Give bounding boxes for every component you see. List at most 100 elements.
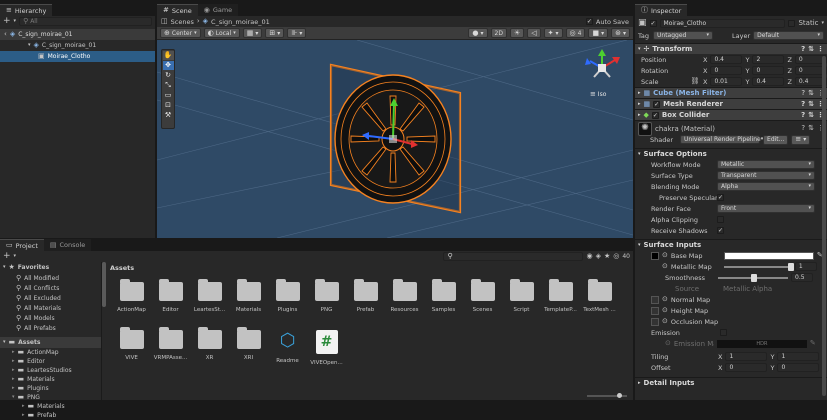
alpha-clipping-checkbox[interactable] bbox=[717, 216, 724, 223]
tab-project[interactable]: ▭ Project bbox=[0, 239, 44, 251]
tab-inspector[interactable]: ⓘ Inspector bbox=[635, 4, 688, 16]
2d-toggle[interactable]: 2D bbox=[490, 28, 507, 38]
surface-option-dropdown[interactable]: Transparent ▾ bbox=[717, 171, 815, 180]
asset-folder[interactable]: Plugins bbox=[268, 279, 307, 313]
scale-y-input[interactable]: 0.4 bbox=[752, 77, 785, 86]
rotation-y-input[interactable]: 0 bbox=[752, 66, 785, 75]
asset-item[interactable]: # VIVEOpen... bbox=[307, 330, 346, 366]
render-face-dropdown[interactable]: Front ▾ bbox=[717, 204, 815, 213]
hidden-objects-toggle[interactable]: ◎ 4 bbox=[565, 28, 586, 38]
surface-option-dropdown[interactable]: Alpha ▾ bbox=[717, 182, 815, 191]
expand-arrow-icon[interactable]: ▸ bbox=[22, 413, 25, 418]
asset-item[interactable]: VRMPAsse... bbox=[151, 327, 190, 361]
target-icon[interactable]: ⊙ bbox=[662, 263, 668, 270]
edit-shader-button[interactable]: Edit... bbox=[763, 134, 789, 145]
position-y-input[interactable]: 2 bbox=[752, 55, 785, 64]
camera-settings-button[interactable]: ■ ▾ bbox=[588, 28, 609, 38]
target-icon[interactable]: ⊙ bbox=[662, 252, 668, 259]
preset-icon[interactable]: ⇅ bbox=[808, 89, 814, 97]
assets-header[interactable]: ▾ ▬ Assets bbox=[0, 337, 101, 348]
favorite-item[interactable]: ⚲ All Conflicts bbox=[0, 283, 101, 293]
receive-shadows-checkbox[interactable]: ✓ bbox=[717, 227, 724, 234]
static-checkbox[interactable] bbox=[788, 19, 796, 27]
mesh-renderer-checkbox[interactable]: ✓ bbox=[653, 100, 661, 108]
asset-folder[interactable]: TemplateP... bbox=[541, 279, 580, 313]
smoothness-slider[interactable] bbox=[718, 273, 788, 282]
box-collider-checkbox[interactable]: ✓ bbox=[651, 111, 659, 119]
tree-folder-item[interactable]: ▸ ▬ Editor bbox=[0, 357, 101, 366]
auto-save-checkbox[interactable]: ✓ bbox=[585, 18, 593, 25]
filter-type-icon[interactable]: ◉ bbox=[586, 253, 592, 260]
back-arrow-icon[interactable]: ‹ bbox=[4, 31, 7, 38]
expand-arrow-icon[interactable]: ▾ bbox=[28, 43, 31, 48]
height-map-slot[interactable] bbox=[651, 306, 659, 315]
hierarchy-child-row[interactable]: ▣ Moirae_Clotho bbox=[0, 51, 155, 62]
scale-tool-icon[interactable]: ⤡ bbox=[163, 81, 174, 90]
expand-arrow-icon[interactable]: ▸ bbox=[12, 368, 15, 373]
tree-folder-item[interactable]: ▸ ▬ ActionMap bbox=[0, 348, 101, 357]
hierarchy-prefab-row[interactable]: ▾ ◈ C_sign_moirae_01 bbox=[0, 40, 155, 51]
help-icon[interactable]: ? bbox=[801, 100, 805, 108]
tab-console[interactable]: ▤ Console bbox=[43, 239, 92, 251]
asset-item[interactable]: VIVE bbox=[112, 327, 151, 361]
mesh-filter-header[interactable]: ▸ ▦ Cube (Mesh Filter) ? ⇅ ⋮ bbox=[635, 87, 827, 98]
tab-scene[interactable]: # Scene bbox=[157, 4, 198, 16]
preset-icon[interactable]: ⇅ bbox=[808, 100, 814, 108]
orientation-gizmo[interactable] bbox=[585, 49, 620, 78]
link-icon[interactable]: ⛓ bbox=[690, 78, 700, 85]
expand-arrow-icon[interactable]: ▸ bbox=[22, 404, 25, 409]
zoom-slider[interactable] bbox=[587, 393, 627, 398]
asset-folder[interactable]: LeartesSt... bbox=[190, 279, 229, 313]
position-x-input[interactable]: 0.4 bbox=[710, 55, 743, 64]
surface-options-header[interactable]: ▾ Surface Options bbox=[635, 148, 827, 159]
ruler-button[interactable]: ⊪ ▾ bbox=[287, 28, 307, 38]
expand-arrow-icon[interactable]: ▸ bbox=[12, 386, 15, 391]
favorites-header[interactable]: ▾ ★ Favorites bbox=[0, 262, 101, 273]
tiling-y-input[interactable]: 1 bbox=[777, 352, 820, 361]
chakra-wheel[interactable] bbox=[329, 63, 462, 214]
favorite-item[interactable]: ⚲ All Materials bbox=[0, 303, 101, 313]
emission-color-swatch[interactable]: HDR bbox=[716, 339, 807, 348]
shader-menu-button[interactable]: ≡ ▾ bbox=[791, 134, 811, 145]
tree-folder-item[interactable]: ▸ ▬ Prefab bbox=[0, 411, 101, 420]
target-icon[interactable]: ⊙ bbox=[665, 340, 671, 347]
tree-folder-item[interactable]: ▸ ▬ Materials bbox=[0, 402, 101, 411]
expand-arrow-icon[interactable]: ▾ bbox=[12, 395, 15, 400]
tab-game[interactable]: ◉ Game bbox=[197, 4, 239, 16]
target-icon[interactable]: ⊙ bbox=[662, 296, 668, 303]
occlusion-map-slot[interactable] bbox=[651, 317, 659, 326]
draw-mode-button[interactable]: ● ▾ bbox=[468, 28, 488, 38]
favorite-item[interactable]: ⚲ All Excluded bbox=[0, 293, 101, 303]
normal-map-slot[interactable] bbox=[651, 295, 659, 304]
metallic-slider[interactable] bbox=[723, 262, 794, 271]
help-icon[interactable]: ? bbox=[801, 111, 805, 119]
asset-folder[interactable]: ActionMap bbox=[112, 279, 151, 313]
asset-folder[interactable]: Resources bbox=[385, 279, 424, 313]
object-name-input[interactable]: Moirae_Clotho bbox=[659, 18, 786, 28]
base-map-slot[interactable] bbox=[651, 251, 659, 260]
offset-y-input[interactable]: 0 bbox=[777, 363, 820, 372]
gizmos-button[interactable]: ⊛ ▾ bbox=[611, 28, 630, 38]
asset-folder[interactable]: Script bbox=[502, 279, 541, 313]
chevron-down-icon[interactable]: ▾ bbox=[821, 20, 824, 26]
transform-tool-icon[interactable]: ⊡ bbox=[163, 101, 174, 110]
tag-dropdown[interactable]: Untagged ▾ bbox=[653, 31, 713, 40]
space-dropdown[interactable]: ◐ Local ▾ bbox=[203, 28, 240, 38]
scene-viewport[interactable]: ≡ Iso ✋ ✥ ↻ ⤡ ▭ ⊡ ⚒ bbox=[157, 40, 633, 238]
expand-arrow-icon[interactable]: ▸ bbox=[12, 377, 15, 382]
expand-arrow-icon[interactable]: ▸ bbox=[12, 350, 15, 355]
shader-dropdown[interactable]: Universal Render Pipeline ▾ bbox=[680, 135, 763, 144]
surface-inputs-header[interactable]: ▾ Surface Inputs bbox=[635, 239, 827, 250]
effects-toggle[interactable]: ✦ ▾ bbox=[543, 28, 563, 38]
chevron-down-icon[interactable]: ▾ bbox=[14, 19, 17, 24]
smoothness-value[interactable]: 0.5 bbox=[791, 273, 813, 282]
asset-folder[interactable]: Prefab bbox=[346, 279, 385, 313]
move-tool-icon[interactable]: ✥ bbox=[162, 61, 174, 70]
help-icon[interactable]: ? bbox=[801, 125, 805, 132]
help-icon[interactable]: ? bbox=[801, 89, 805, 97]
surface-option-dropdown[interactable]: Metallic ▾ bbox=[717, 160, 815, 169]
target-icon[interactable]: ⊙ bbox=[662, 318, 668, 325]
asset-folder[interactable]: Samples bbox=[424, 279, 463, 313]
expand-arrow-icon[interactable]: ▸ bbox=[12, 359, 15, 364]
tab-hierarchy[interactable]: ≡ Hierarchy bbox=[0, 4, 53, 16]
